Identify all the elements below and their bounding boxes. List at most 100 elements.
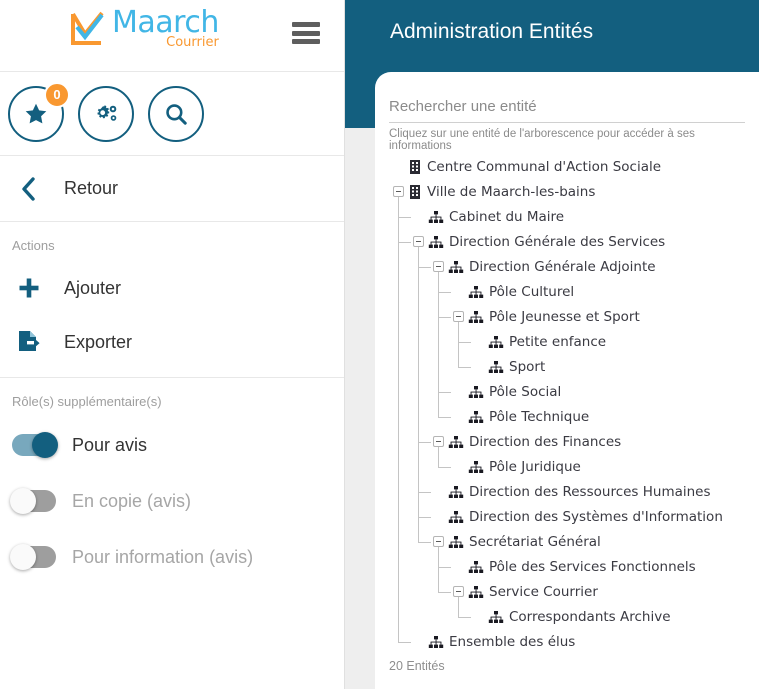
org-chart-icon [448,260,464,274]
toggle-knob [10,544,36,570]
tree-collapse-icon[interactable] [433,261,444,272]
roles-section-title: Rôle(s) supplémentaire(s) [12,394,162,409]
hamburger-bar [292,22,320,27]
tree-node-label[interactable]: Pôle Juridique [489,459,581,475]
favorites-button[interactable]: 0 [8,81,70,142]
tree-node-label[interactable]: Ville de Maarch-les-bains [427,184,595,200]
tree-node-label[interactable]: Correspondants Archive [509,609,671,625]
tree-node-label[interactable]: Direction Générale des Services [449,234,665,250]
search-button[interactable] [148,85,204,142]
tree-node-label[interactable]: Cabinet du Maire [449,209,564,225]
tree-node[interactable]: Sport [385,354,759,379]
toggle-en-copie[interactable]: En copie (avis) [0,473,344,529]
tree-node-label[interactable]: Sport [509,359,545,375]
building-icon [408,159,422,175]
export-button[interactable]: Exporter [0,315,344,369]
toggle-switch[interactable] [10,544,56,570]
org-chart-icon [468,285,484,299]
hamburger-menu-icon[interactable] [292,22,320,44]
toggle-en-copie-label: En copie (avis) [72,490,192,511]
app-root: Maarch Courrier 0 Retour Actions Ajouter… [0,0,759,689]
tree-node-label[interactable]: Secrétariat Général [469,534,601,550]
tree-node[interactable]: Secrétariat Général [385,529,759,554]
org-chart-icon [488,360,504,374]
tree-node[interactable]: Correspondants Archive [385,604,759,629]
toggle-knob [10,488,36,514]
tree-node-label[interactable]: Pôle Social [489,384,561,400]
maarch-check-logo-icon [71,11,104,45]
org-chart-icon [448,485,464,499]
org-chart-icon [488,610,504,624]
tree-node[interactable]: Centre Communal d'Action Sociale [385,154,759,179]
toggle-pour-information[interactable]: Pour information (avis) [0,529,344,585]
tree-collapse-icon[interactable] [393,186,404,197]
tree-node[interactable]: Direction des Finances [385,429,759,454]
tree-node-label[interactable]: Service Courrier [489,584,598,600]
tree-node[interactable]: Pôle Juridique [385,454,759,479]
tree-node[interactable]: Cabinet du Maire [385,204,759,229]
building-icon [408,184,422,200]
add-entity-label: Ajouter [64,277,122,298]
org-chart-icon [428,235,444,249]
toggle-switch[interactable] [10,488,56,514]
tree-node[interactable]: Direction Générale des Services [385,229,759,254]
tree-node[interactable]: Pôle Technique [385,404,759,429]
logo-bar: Maarch Courrier [0,0,344,72]
quick-actions-bar: 0 [0,72,344,156]
page-title: Administration Entités [390,20,594,43]
back-button-label: Retour [64,178,119,198]
tree-node-label[interactable]: Direction des Finances [469,434,621,450]
org-chart-icon [448,435,464,449]
toggle-switch[interactable] [12,432,58,458]
tree-node-label[interactable]: Direction des Ressources Humaines [469,484,711,500]
tree-node-label[interactable]: Direction des Systèmes d'Information [469,509,723,525]
tree-node-label[interactable]: Centre Communal d'Action Sociale [427,159,661,175]
add-entity-button[interactable]: Ajouter [0,261,344,315]
brand-logo[interactable]: Maarch Courrier [68,8,219,52]
toggle-pour-avis[interactable]: Pour avis [0,417,344,473]
plus-icon [14,276,44,300]
tree-node-label[interactable]: Ensemble des élus [449,634,575,650]
tree-collapse-icon[interactable] [433,536,444,547]
tree-collapse-icon[interactable] [413,236,424,247]
tree-node[interactable]: Petite enfance [385,329,759,354]
actions-section-title: Actions [12,238,55,253]
tree-node[interactable]: Pôle Jeunesse et Sport [385,304,759,329]
tree-node[interactable]: Pôle Social [385,379,759,404]
tree-node-label[interactable]: Pôle des Services Fonctionnels [489,559,696,575]
tree-node[interactable]: Ensemble des élus [385,629,759,654]
administration-button[interactable] [78,85,134,142]
magnifier-icon [166,103,187,125]
tree-node-label[interactable]: Pôle Technique [489,409,589,425]
tree-node[interactable]: Pôle Culturel [385,279,759,304]
back-button[interactable]: Retour [0,156,344,222]
tree-node[interactable]: Pôle des Services Fonctionnels [385,554,759,579]
tree-node-label[interactable]: Direction Générale Adjointe [469,259,656,275]
tree-node[interactable]: Direction des Systèmes d'Information [385,504,759,529]
tree-hint-text: Cliquez sur une entité de l'arborescence… [389,128,695,152]
tree-node[interactable]: Direction des Ressources Humaines [385,479,759,504]
tree-node-label[interactable]: Pôle Culturel [489,284,574,300]
main-area: Administration Entités Cliquez sur une e… [345,0,759,689]
tree-node-label[interactable]: Pôle Jeunesse et Sport [489,309,640,325]
tree-node[interactable]: Ville de Maarch-les-bains [385,179,759,204]
actions-section: Actions Ajouter Exporter [0,222,344,378]
tree-collapse-icon[interactable] [433,436,444,447]
entities-tree: Centre Communal d'Action Sociale Ville de… [375,152,759,654]
tree-collapse-icon[interactable] [453,586,464,597]
search-input[interactable] [389,98,745,123]
tree-node[interactable]: Service Courrier [385,579,759,604]
tree-node-label[interactable]: Petite enfance [509,334,606,350]
org-chart-icon [468,560,484,574]
tree-node[interactable]: Direction Générale Adjointe [385,254,759,279]
gears-icon [97,104,117,121]
toggle-pour-information-label: Pour information (avis) [72,546,254,567]
favorites-badge: 0 [44,81,70,108]
org-chart-icon [448,535,464,549]
tree-collapse-icon[interactable] [453,311,464,322]
toggle-knob [32,432,58,458]
entities-panel: Cliquez sur une entité de l'arborescence… [375,72,759,689]
org-chart-icon [468,460,484,474]
org-chart-icon [468,310,484,324]
roles-section: Rôle(s) supplémentaire(s) Pour avis En c… [0,378,344,585]
